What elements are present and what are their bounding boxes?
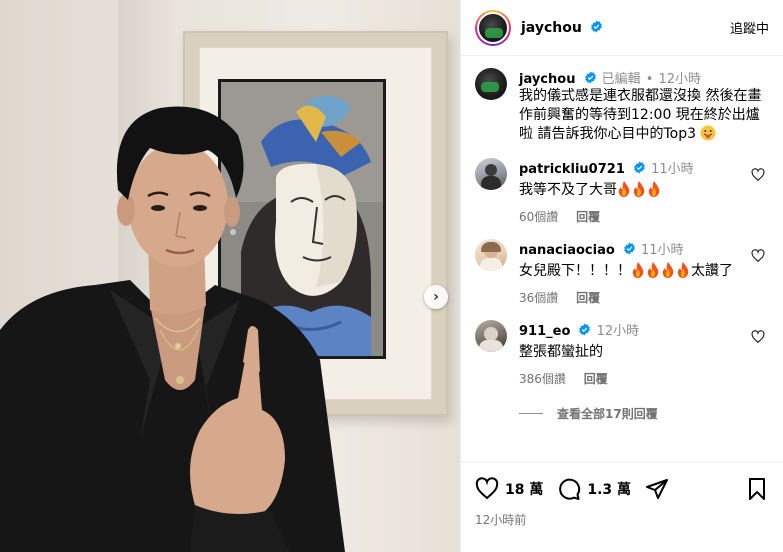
like-comment-heart-icon[interactable] [751,249,765,263]
person-figure [0,106,345,552]
post-photo[interactable]: › [0,0,460,552]
verified-badge-icon [624,242,635,255]
fire-emoji-icon [662,262,674,278]
send-paper-plane-icon [646,479,669,499]
story-ring[interactable] [475,9,511,46]
comment-username[interactable]: 911_eo [519,324,570,339]
like-comment-heart-icon[interactable] [751,168,765,182]
comment-bubble-icon [559,478,581,500]
caption: jaychou 已編輯 • 12小時 我的儀式感是連衣服都還沒換 然後在畫作前興… [475,68,769,144]
fire-emoji-icon [633,181,645,197]
heart-icon [475,477,499,500]
comment-time[interactable]: 11小時 [641,243,684,258]
tongue-emoji-icon [700,125,716,141]
post-side-panel: jaychou 追蹤中 jaychou 已編輯 • 12小時 我的儀式感是連衣服… [460,0,783,552]
caption-time[interactable]: 12小時 [659,72,702,87]
fire-emoji-icon [647,262,659,278]
commenter-avatar[interactable] [475,239,507,271]
author-username[interactable]: jaychou [521,20,603,36]
comment-count: 1.3 萬 [587,482,632,498]
view-all-replies-label: 查看全部17則回覆 [557,407,658,421]
comment-meta: 386個讚 回覆 [519,370,769,387]
post-actions: 18 萬 1.3 萬 12小時前 [461,462,783,528]
bookmark-icon [749,478,765,500]
comment-text: 我等不及了大哥 [519,180,755,200]
comment-button[interactable]: 1.3 萬 [557,477,631,501]
fire-emoji-icon [648,181,660,197]
post-header: jaychou 追蹤中 [461,0,783,56]
following-button[interactable]: 追蹤中 [730,18,769,37]
share-button[interactable] [645,477,669,501]
commenter-avatar[interactable] [475,158,507,190]
caption-avatar[interactable] [475,68,507,100]
post-timestamp[interactable]: 12小時前 [475,511,769,528]
view-all-replies-button[interactable]: 查看全部17則回覆 [519,405,769,422]
comment-item: 911_eo 12小時 整張都蠻扯的 386個讚 回覆 [475,320,769,387]
comment-item: nanaciaociao 11小時 女兒殿下！！！！ 太讚了 36個讚 回覆 [475,239,769,306]
like-count: 18 萬 [505,482,544,498]
comment-likes[interactable]: 36個讚 [519,291,558,305]
comments-section: jaychou 已編輯 • 12小時 我的儀式感是連衣服都還沒換 然後在畫作前興… [461,56,783,422]
commenter-avatar[interactable] [475,320,507,352]
author-avatar[interactable] [477,11,509,44]
fire-emoji-icon [632,262,644,278]
fire-emoji-icon [618,181,630,197]
comment-item: patrickliu0721 11小時 我等不及了大哥 60個讚 回覆 [475,158,769,225]
comment-text: 整張都蠻扯的 [519,344,603,360]
caption-username[interactable]: jaychou [519,72,575,87]
save-button[interactable] [745,477,769,501]
fire-emoji-icon [677,262,689,278]
caption-text: 我的儀式感是連衣服都還沒換 然後在畫作前興奮的等待到12:00 現在終於出爐啦 … [519,88,762,142]
verified-badge-icon [584,71,596,84]
edited-label: 已編輯 [601,72,641,87]
comment-time[interactable]: 12小時 [597,324,640,339]
comment-username[interactable]: nanaciaociao [519,243,615,258]
comment-username[interactable]: patrickliu0721 [519,162,625,177]
comment-meta: 36個讚 回覆 [519,289,769,306]
separator-dot: • [645,72,654,87]
reply-button[interactable]: 回覆 [584,372,608,386]
next-photo-button[interactable]: › [424,285,448,309]
verified-badge-icon [590,20,602,32]
reply-button[interactable]: 回覆 [576,210,600,224]
comment-likes[interactable]: 60個讚 [519,210,558,224]
comment-text: 女兒殿下！！！！ 太讚了 [519,262,733,279]
comment-time[interactable]: 11小時 [651,162,694,177]
comment-likes[interactable]: 386個讚 [519,372,566,386]
verified-badge-icon [579,323,591,336]
verified-badge-icon [634,161,645,174]
comment-meta: 60個讚 回覆 [519,208,769,225]
like-comment-heart-icon[interactable] [751,330,765,344]
like-button[interactable]: 18 萬 [475,477,543,501]
reply-button[interactable]: 回覆 [576,291,600,305]
divider-line [519,413,543,414]
